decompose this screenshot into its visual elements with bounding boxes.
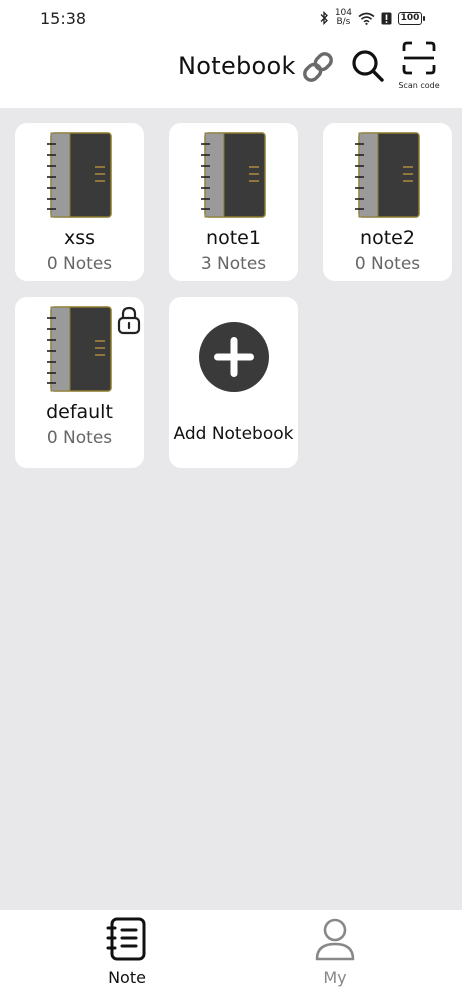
- link-icon: [303, 52, 333, 82]
- notebook-icon: [47, 306, 112, 392]
- notebook-card-xss[interactable]: xss 0 Notes: [15, 123, 144, 281]
- link-button[interactable]: [299, 48, 337, 86]
- scan-code-label: Scan code: [398, 81, 440, 90]
- bluetooth-icon: [320, 11, 328, 25]
- nav-tab-my[interactable]: My: [295, 916, 375, 987]
- status-bar: 15:38 104 B/s 100: [0, 0, 462, 36]
- network-speed: 104 B/s: [335, 9, 352, 27]
- add-notebook-button[interactable]: Add Notebook: [169, 297, 298, 468]
- wifi-icon: [358, 12, 375, 25]
- notebook-note-count: 0 Notes: [354, 254, 421, 274]
- scan-code-button[interactable]: Scan code: [396, 40, 442, 96]
- notebook-name: xss: [63, 227, 96, 249]
- add-icon: [199, 322, 269, 392]
- notebook-note-count: 0 Notes: [46, 254, 113, 274]
- nav-tab-note[interactable]: Note: [87, 916, 167, 987]
- nav-label-note: Note: [108, 968, 146, 987]
- notebook-name: note1: [206, 227, 261, 249]
- notebook-name: note2: [360, 227, 415, 249]
- bottom-nav: Note My: [0, 910, 462, 1000]
- notebook-icon: [47, 132, 112, 218]
- network-speed-unit: B/s: [336, 17, 351, 27]
- search-icon: [352, 50, 384, 82]
- battery-indicator: 100: [398, 11, 425, 25]
- notebook-card-note2[interactable]: note2 0 Notes: [323, 123, 452, 281]
- nav-label-my: My: [323, 968, 347, 987]
- notebook-name: default: [46, 401, 113, 423]
- add-notebook-label: Add Notebook: [173, 424, 294, 444]
- status-indicators: 104 B/s 100: [319, 9, 425, 27]
- notebook-card-default[interactable]: default 0 Notes: [15, 297, 144, 468]
- alert-icon: [381, 12, 392, 24]
- notebook-icon: [201, 132, 266, 218]
- notebook-note-count: 0 Notes: [46, 428, 113, 448]
- scan-code-icon: [402, 41, 436, 75]
- lock-icon: [117, 306, 141, 335]
- status-time: 15:38: [40, 8, 87, 28]
- search-button[interactable]: [350, 48, 386, 84]
- app-header: Notebook Scan code: [0, 36, 462, 108]
- notebook-card-note1[interactable]: note1 3 Notes: [169, 123, 298, 281]
- person-icon: [315, 918, 355, 961]
- notebook-icon: [355, 132, 420, 218]
- page-title: Notebook: [178, 52, 296, 80]
- note-icon: [106, 917, 146, 961]
- notebook-note-count: 3 Notes: [200, 254, 267, 274]
